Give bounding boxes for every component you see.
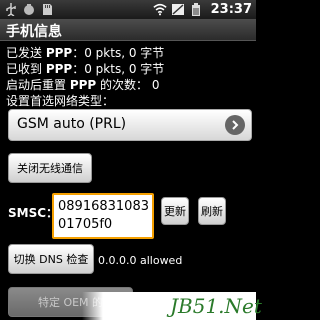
smsc-label: SMSC： (8, 206, 59, 220)
ppp-recv-line: 已收到 PPP：0 pkts, 0 字节 (6, 60, 164, 77)
ppp-sent-proto: PPP (45, 46, 73, 60)
ppp-sent-value: ：0 pkts, 0 字节 (72, 46, 165, 60)
ppp-recv-value: ：0 pkts, 0 字节 (72, 62, 165, 76)
smsc-update-button[interactable]: 更新 (161, 197, 189, 225)
radio-off-button[interactable]: 关闭无线通信 (8, 153, 92, 183)
debug-icon (22, 3, 36, 16)
status-time: 23:37 (210, 2, 252, 17)
chevron-right-icon (225, 115, 245, 135)
sd-card-icon (40, 3, 54, 16)
battery-icon (189, 3, 203, 16)
watermark-text: JB51.Net (170, 294, 262, 318)
ppp-reset-label: 启动后重置 (6, 78, 70, 92)
signal-off-icon (171, 3, 185, 16)
network-type-spinner[interactable]: GSM auto (PRL) (8, 109, 252, 141)
network-type-value: GSM auto (PRL) (17, 116, 127, 132)
ppp-recv-label: 已收到 (6, 62, 46, 76)
usb-icon (4, 3, 18, 16)
ppp-recv-proto: PPP (45, 62, 73, 76)
page-title: 手机信息 (6, 24, 62, 40)
title-bar: 手机信息 (0, 19, 256, 41)
ppp-sent-label: 已发送 (6, 46, 46, 60)
ppp-reset-value: 的次数： 0 (96, 78, 160, 92)
toggle-dns-check-button[interactable]: 切换 DNS 检查 (8, 244, 94, 274)
ppp-sent-line: 已发送 PPP：0 pkts, 0 字节 (6, 44, 164, 61)
status-bar: 23:37 (0, 0, 256, 19)
ppp-reset-line: 启动后重置 PPP 的次数： 0 (6, 76, 159, 93)
network-type-label: 设置首选网络类型： (6, 94, 115, 108)
smsc-value: 0891683108301705f0 (58, 199, 149, 232)
smsc-refresh-button[interactable]: 刷新 (198, 197, 226, 225)
wifi-icon (152, 3, 167, 16)
ppp-reset-proto: PPP (69, 78, 97, 92)
smsc-input[interactable]: 0891683108301705f0 (52, 193, 154, 239)
dns-status: 0.0.0.0 allowed (98, 254, 183, 267)
